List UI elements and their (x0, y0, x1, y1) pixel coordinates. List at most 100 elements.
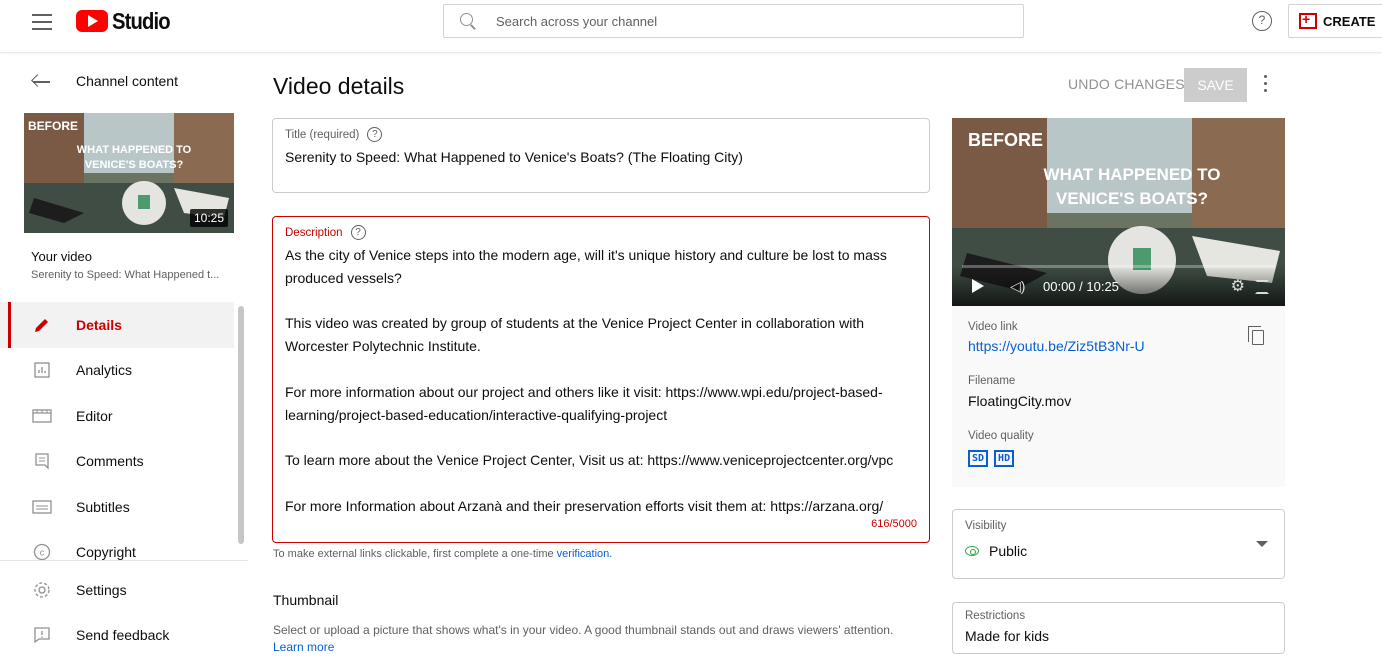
back-to-channel-content[interactable]: Channel content (0, 66, 248, 96)
create-button[interactable]: CREATE (1288, 4, 1382, 38)
sidebar-video-thumbnail[interactable]: BEFORE WHAT HAPPENED TO VENICE'S BOATS? … (24, 113, 234, 233)
help-icon[interactable]: ? (1252, 11, 1272, 31)
sidebar-item-label: Analytics (76, 362, 133, 379)
visibility-select[interactable]: Visibility Public (952, 509, 1285, 579)
restrictions-label: Restrictions (965, 610, 1026, 622)
video-preview-card: BEFORE WHAT HAPPENED TO VENICE'S BOATS? … (952, 118, 1285, 487)
description-input[interactable]: As the city of Venice steps into the mod… (285, 244, 915, 518)
pencil-icon (32, 315, 52, 335)
play-icon[interactable] (972, 279, 984, 293)
visibility-value: Public (965, 543, 1027, 559)
search-box[interactable] (443, 4, 1024, 38)
thumbnail-before-text: BEFORE (28, 119, 78, 133)
sidebar-item-send-feedback[interactable]: Send feedback (0, 612, 248, 657)
external-links-note: To make external links clickable, first … (273, 548, 612, 560)
quality-badges: SD HD (968, 450, 1015, 467)
save-button[interactable]: SAVE (1184, 68, 1247, 102)
player-settings-icon[interactable]: ⚙ (1231, 276, 1245, 296)
description-field[interactable]: Description ? As the city of Venice step… (272, 216, 930, 543)
create-label: CREATE (1323, 13, 1376, 29)
restrictions-value: Made for kids (965, 628, 1050, 644)
undo-changes-button[interactable]: UNDO CHANGES (1068, 76, 1185, 92)
search-icon (460, 13, 476, 29)
back-label: Channel content (76, 73, 178, 89)
comments-icon (32, 451, 52, 471)
help-icon[interactable]: ? (350, 225, 366, 240)
description-paragraph: For more information about our project a… (285, 383, 883, 423)
description-paragraph: For more Information about Arzanà and th… (285, 497, 884, 514)
title-field[interactable]: Title (required) ? Serenity to Speed: Wh… (272, 118, 930, 193)
youtube-logo-icon (76, 10, 108, 32)
sidebar-item-label: Details (76, 316, 122, 333)
visibility-value-text: Public (989, 543, 1028, 559)
create-video-icon (1299, 11, 1317, 29)
verification-link[interactable]: verification. (557, 548, 613, 560)
volume-icon[interactable]: ◁) (1010, 278, 1025, 295)
duration-badge: 10:25 (189, 209, 228, 227)
video-link[interactable]: https://youtu.be/Ziz5tB3Nr-U (968, 338, 1145, 354)
subtitles-icon (32, 497, 52, 517)
thumbnail-line1: WHAT HAPPENED TO (77, 144, 192, 156)
description-paragraph: As the city of Venice steps into the mod… (285, 247, 887, 286)
sidebar-item-analytics[interactable]: Analytics (0, 348, 234, 394)
video-link-label: Video link (968, 321, 1018, 333)
thumbnail-description: Select or upload a picture that shows wh… (273, 622, 933, 656)
your-video-label: Your video (31, 249, 92, 264)
youtube-studio-logo[interactable]: Studio (76, 8, 178, 34)
video-quality-label: Video quality (968, 430, 1034, 442)
page-title: Video details (273, 73, 405, 99)
hd-badge: HD (994, 450, 1015, 467)
sidebar-item-subtitles[interactable]: Subtitles (0, 484, 234, 530)
sidebar-divider (0, 560, 248, 561)
editor-icon (32, 406, 52, 426)
analytics-icon (32, 360, 52, 380)
sidebar-item-label: Editor (76, 407, 113, 424)
thumbnail-line2: VENICE'S BOATS? (85, 159, 184, 171)
copy-icon[interactable] (1248, 326, 1264, 345)
feedback-icon (32, 625, 52, 645)
logo-text: Studio (112, 7, 171, 34)
sidebar-item-label: Copyright (76, 544, 136, 561)
title-label-text: Title (required) (285, 128, 360, 141)
description-paragraph: This video was created by group of stude… (285, 315, 864, 355)
filename-value: FloatingCity.mov (968, 393, 1072, 409)
sidebar-item-comments[interactable]: Comments (0, 439, 234, 485)
gear-icon (32, 580, 52, 600)
sidebar-scrollbar[interactable] (238, 306, 244, 544)
menu-icon[interactable] (32, 14, 52, 30)
your-video-title: Serenity to Speed: What Happened t... (31, 269, 220, 281)
sidebar-item-label: Subtitles (76, 498, 130, 515)
svg-text:c: c (40, 548, 45, 558)
progress-bar[interactable] (962, 265, 1275, 268)
description-paragraph: To learn more about the Venice Project C… (285, 452, 894, 469)
sidebar-item-editor[interactable]: Editor (0, 393, 234, 439)
back-arrow-icon[interactable] (32, 74, 50, 88)
fullscreen-icon[interactable] (1255, 280, 1269, 294)
player-title-line1: WHAT HAPPENED TO (1044, 165, 1221, 184)
sidebar-item-label: Comments (76, 453, 144, 470)
sidebar-item-details[interactable]: Details (0, 302, 234, 348)
player-before-text: BEFORE (968, 130, 1043, 150)
learn-more-link[interactable]: Learn more (273, 640, 334, 654)
visibility-label: Visibility (965, 520, 1007, 532)
search-input[interactable] (496, 13, 976, 29)
link-note-text: To make external links clickable, first … (273, 548, 557, 560)
video-player[interactable]: BEFORE WHAT HAPPENED TO VENICE'S BOATS? … (952, 118, 1285, 306)
description-field-label: Description ? (285, 225, 366, 240)
title-input[interactable]: Serenity to Speed: What Happened to Veni… (285, 149, 743, 165)
character-counter: 616/5000 (871, 518, 917, 530)
sidebar-item-label: Send feedback (76, 626, 170, 643)
sidebar: Channel content BEFORE WHAT HAPPENED TO … (0, 52, 248, 658)
description-label-text: Description (285, 226, 343, 239)
more-options-icon[interactable] (1262, 75, 1268, 95)
time-display: 00:00 / 10:25 (1043, 279, 1119, 294)
sidebar-item-settings[interactable]: Settings (0, 567, 248, 612)
help-icon[interactable]: ? (367, 127, 383, 142)
sidebar-item-label: Settings (76, 581, 127, 598)
thumbnail-heading: Thumbnail (273, 592, 339, 608)
title-field-label: Title (required) ? (285, 127, 383, 142)
sidebar-nav: Details Analytics Editor Comments Subtit… (0, 302, 234, 575)
sd-badge: SD (968, 450, 989, 467)
restrictions-field[interactable]: Restrictions Made for kids (952, 602, 1285, 654)
chevron-down-icon (1256, 541, 1268, 547)
